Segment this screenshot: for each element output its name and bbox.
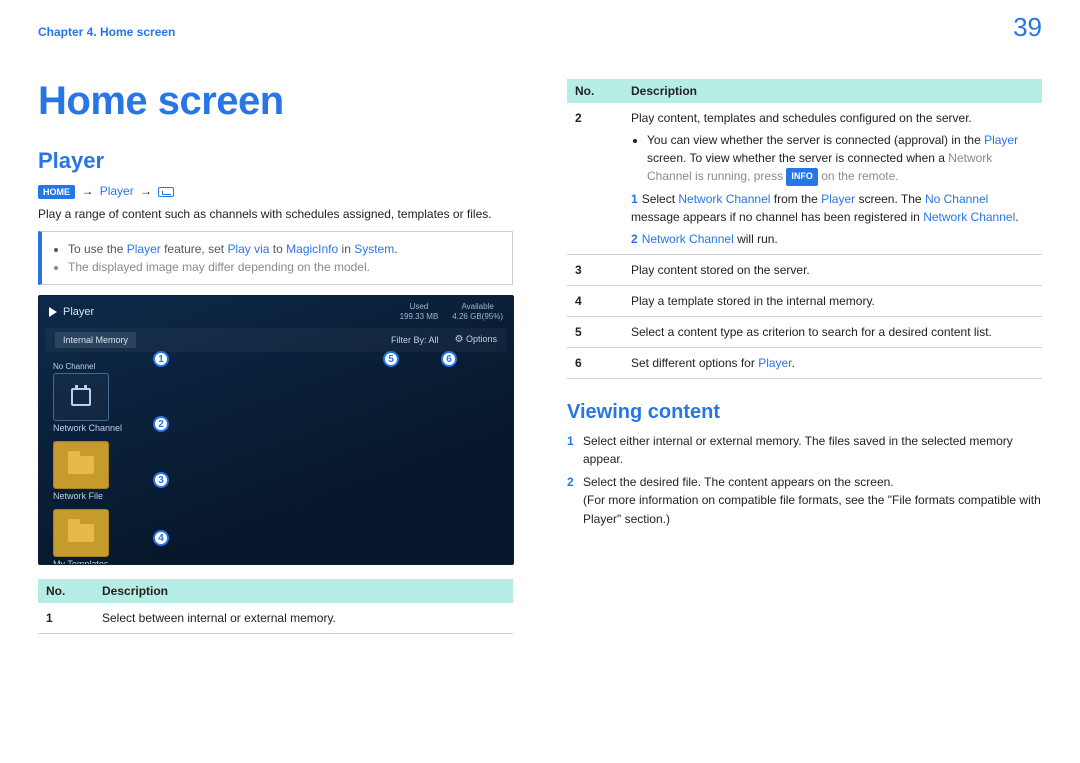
- shot-header: Player Used199.33 MB Available4.26 GB(95…: [39, 296, 513, 327]
- table-header: No. Description: [567, 79, 1042, 103]
- bullet: You can view whether the server is conne…: [647, 131, 1034, 186]
- step-2: 2 Select the desired file. The content a…: [567, 473, 1042, 529]
- page-header: Chapter 4. Home screen 39: [38, 12, 1042, 43]
- table-row: 3 Play content stored on the server.: [567, 254, 1042, 285]
- left-table: No. Description 1 Select between interna…: [38, 579, 513, 634]
- breadcrumb: HOME → Player →: [38, 184, 513, 199]
- right-table: No. Description 2 Play content, template…: [567, 79, 1042, 379]
- note-box: To use the Player feature, set Play via …: [38, 231, 513, 286]
- intro-text: Play a range of content such as channels…: [38, 207, 513, 221]
- table-row: 1 Select between internal or external me…: [38, 603, 513, 634]
- enter-icon: [158, 187, 174, 197]
- th-no: No.: [567, 79, 623, 103]
- note-line-1: To use the Player feature, set Play via …: [68, 241, 502, 258]
- shot-row-network-channel[interactable]: No Channel Network Channel: [53, 362, 499, 433]
- table-header: No. Description: [38, 579, 513, 603]
- table-row: 2 Play content, templates and schedules …: [567, 103, 1042, 254]
- section-viewing-content: Viewing content: [567, 401, 1042, 424]
- play-icon: [49, 307, 57, 317]
- content-columns: Home screen Player HOME → Player → Play …: [38, 79, 1042, 634]
- player-screenshot: Player Used199.33 MB Available4.26 GB(95…: [38, 295, 514, 565]
- cell-desc-2: Play content, templates and schedules co…: [623, 103, 1042, 254]
- home-badge: HOME: [38, 185, 75, 199]
- shot-row-network-file[interactable]: Network File: [53, 441, 499, 501]
- arrow-icon: →: [140, 184, 152, 198]
- right-column: No. Description 2 Play content, template…: [567, 79, 1042, 634]
- step-1: 1 Select either internal or external mem…: [567, 432, 1042, 469]
- shot-body: No Channel Network Channel Network File …: [39, 352, 513, 566]
- section-player: Player: [38, 148, 513, 174]
- arrow-icon: →: [81, 184, 93, 198]
- th-no: No.: [38, 579, 94, 603]
- shot-tabs: Internal Memory Filter By: All ⚙ Options: [45, 328, 507, 352]
- breadcrumb-item: Player: [100, 184, 134, 198]
- th-desc: Description: [94, 579, 513, 603]
- shot-row-my-templates[interactable]: My Templates: [53, 509, 499, 566]
- chapter-label: Chapter 4. Home screen: [38, 25, 175, 39]
- shot-storage-stats: Used199.33 MB Available4.26 GB(95%): [400, 302, 503, 321]
- folder-icon: [53, 509, 109, 557]
- shot-filter[interactable]: Filter By: All: [391, 335, 439, 345]
- shot-tab-internal[interactable]: Internal Memory: [55, 332, 136, 348]
- info-badge: INFO: [786, 168, 818, 186]
- manual-page: Chapter 4. Home screen 39 Home screen Pl…: [0, 0, 1080, 763]
- gear-icon: ⚙: [454, 334, 463, 345]
- calendar-icon: [53, 373, 109, 421]
- table-row: 5 Select a content type as criterion to …: [567, 316, 1042, 347]
- note-line-2: The displayed image may differ depending…: [68, 259, 502, 276]
- folder-icon: [53, 441, 109, 489]
- table-row: 6 Set different options for Player.: [567, 347, 1042, 378]
- shot-title: Player: [49, 306, 94, 318]
- step-2-body: Select the desired file. The content app…: [583, 473, 1042, 529]
- viewing-steps: 1 Select either internal or external mem…: [567, 432, 1042, 529]
- cell-desc-6: Set different options for Player.: [623, 347, 1042, 378]
- page-title: Home screen: [38, 79, 513, 124]
- shot-options[interactable]: ⚙ Options: [454, 334, 497, 345]
- left-column: Home screen Player HOME → Player → Play …: [38, 79, 513, 634]
- table-row: 4 Play a template stored in the internal…: [567, 285, 1042, 316]
- th-desc: Description: [623, 79, 1042, 103]
- page-number: 39: [1013, 12, 1042, 43]
